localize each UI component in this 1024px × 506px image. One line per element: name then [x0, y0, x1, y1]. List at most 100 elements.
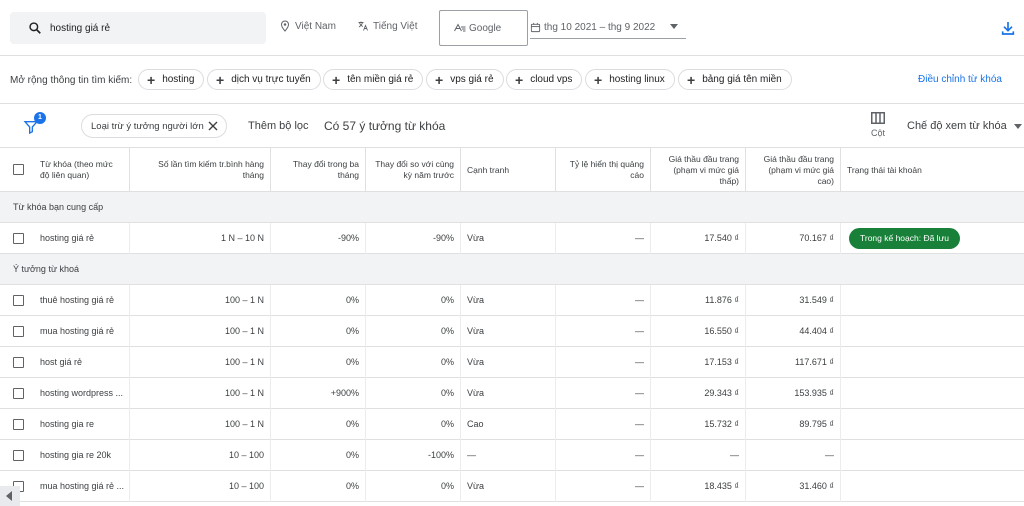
three-month-cell: 0%	[271, 285, 366, 316]
bid-low-cell: 11.876 ₫	[651, 285, 746, 316]
bid-high-cell: 31.549 ₫	[746, 285, 841, 316]
expand-label: Mở rộng thông tin tìm kiếm:	[10, 75, 133, 86]
impression-cell: —	[556, 471, 651, 502]
monthly-cell: 100 – 1 N	[130, 378, 271, 409]
bid-high-cell: 70.167 ₫	[746, 223, 841, 254]
table-row[interactable]: hosting wordpress ... 100 – 1 N +900% 0% Vừa…	[0, 378, 1024, 409]
chevron-down-icon	[670, 24, 678, 29]
download-icon[interactable]	[1000, 20, 1016, 36]
yoy-cell: 0%	[366, 471, 461, 502]
table-row[interactable]: thuê hosting giá rẻ 100 – 1 N 0% 0% Vừa —11.8…	[0, 285, 1024, 316]
table-row[interactable]: hosting giá rẻ 1 N – 10 N -90% -90% Vừa …	[0, 223, 1024, 254]
date-range-selector[interactable]: thg 10 2021 – thg 9 2022	[530, 17, 686, 39]
keyword-cell: hosting gia re	[34, 409, 130, 440]
bid-low-cell: 15.732 ₫	[651, 409, 746, 440]
row-checkbox[interactable]	[13, 326, 24, 337]
adjust-keywords-link[interactable]: Điều chỉnh từ khóa	[918, 74, 1002, 85]
top-bar: Việt Nam Tiếng Việt Google thg 10 2021 –…	[0, 0, 1024, 56]
chip-label: bảng giá tên miền	[702, 74, 782, 85]
header-impression-share[interactable]: Tỷ lệ hiển thị quảng cáo	[556, 148, 651, 192]
table-row[interactable]: mua hosting giá rẻ 100 – 1 N 0% 0% Vừa —16.55…	[0, 316, 1024, 347]
header-bid-high[interactable]: Giá thầu đầu trang (phạm vi mức giá cao)	[746, 148, 841, 192]
monthly-cell: 10 – 100	[130, 440, 271, 471]
status-badge[interactable]: Trong kế hoạch: Đã lưu	[849, 228, 960, 249]
row-checkbox[interactable]	[13, 233, 24, 244]
bid-high-cell: 44.404 ₫	[746, 316, 841, 347]
header-yoy-change[interactable]: Thay đổi so với cùng kỳ năm trước	[366, 148, 461, 192]
scroll-left-arrow[interactable]	[0, 486, 20, 506]
search-box[interactable]	[10, 12, 266, 44]
expand-chip[interactable]: + dịch vụ trực tuyến	[207, 69, 321, 90]
impression-cell: —	[556, 316, 651, 347]
row-checkbox[interactable]	[13, 295, 24, 306]
impression-cell: —	[556, 223, 651, 254]
chip-label: dịch vụ trực tuyến	[231, 74, 311, 85]
filter-count-badge: 1	[34, 112, 46, 124]
add-filter-button[interactable]: Thêm bộ lọc	[248, 120, 309, 132]
close-icon[interactable]	[208, 121, 218, 131]
expand-chip[interactable]: + cloud vps	[506, 69, 583, 90]
bid-high-cell: —	[746, 440, 841, 471]
exclude-adult-chip[interactable]: Loại trừ ý tưởng người lớn	[81, 114, 227, 138]
plus-icon: +	[147, 71, 156, 88]
header-account-status[interactable]: Trạng thái tài khoản	[841, 148, 1024, 192]
row-checkbox[interactable]	[13, 419, 24, 430]
filter-bar: 1 Loại trừ ý tưởng người lớn Thêm bộ lọc…	[0, 104, 1024, 148]
table-row[interactable]: hosting gia re 20k 10 – 100 0% -100% — — — —	[0, 440, 1024, 471]
provided-keywords-section: Từ khóa bạn cung cấp	[0, 192, 1024, 223]
language-selector[interactable]: Tiếng Việt	[357, 20, 417, 32]
impression-cell: —	[556, 347, 651, 378]
keyword-cell: hosting gia re 20k	[34, 440, 130, 471]
calendar-icon	[530, 22, 541, 33]
monthly-cell: 100 – 1 N	[130, 316, 271, 347]
three-month-cell: 0%	[271, 316, 366, 347]
location-pin-icon	[280, 20, 290, 32]
network-selector[interactable]: Google	[439, 10, 528, 46]
monthly-cell: 10 – 100	[130, 471, 271, 502]
bid-high-cell: 89.795 ₫	[746, 409, 841, 440]
header-monthly-searches[interactable]: Số lần tìm kiếm tr.bình hàng tháng	[130, 148, 271, 192]
bid-low-cell: —	[651, 440, 746, 471]
header-keyword[interactable]: Từ khóa (theo mức độ liên quan)	[34, 148, 130, 192]
columns-button[interactable]: Cột	[866, 112, 890, 138]
bid-low-cell: 18.435 ₫	[651, 471, 746, 502]
plus-icon: +	[332, 71, 341, 88]
bid-high-cell: 153.935 ₫	[746, 378, 841, 409]
keyword-count: Có 57 ý tưởng từ khóa	[324, 119, 446, 133]
table-row[interactable]: host giá rẻ 100 – 1 N 0% 0% Vừa —17.153 ₫ 117.…	[0, 347, 1024, 378]
plus-icon: +	[687, 71, 696, 88]
expand-chip[interactable]: + vps giá rẻ	[426, 69, 504, 90]
monthly-cell: 100 – 1 N	[130, 285, 271, 316]
view-mode-label: Chế độ xem từ khóa	[907, 120, 1007, 132]
exclude-chip-label: Loại trừ ý tưởng người lớn	[91, 120, 204, 132]
table-row[interactable]: hosting gia re 100 – 1 N 0% 0% Cao —15.732 ₫ 8…	[0, 409, 1024, 440]
header-bid-low[interactable]: Giá thầu đầu trang (phạm vi mức giá thấp…	[651, 148, 746, 192]
expand-chip[interactable]: + tên miền giá rẻ	[323, 69, 424, 90]
yoy-cell: 0%	[366, 347, 461, 378]
table-header-row: Từ khóa (theo mức độ liên quan) Số lần t…	[0, 148, 1024, 192]
table-row[interactable]: mua hosting giá rẻ ... 10 – 100 0% 0% Vừa —18…	[0, 471, 1024, 502]
row-checkbox[interactable]	[13, 450, 24, 461]
keyword-cell: hosting giá rẻ	[34, 223, 130, 254]
view-mode-selector[interactable]: Chế độ xem từ khóa	[907, 120, 1022, 132]
expand-chip[interactable]: + hosting	[138, 69, 205, 90]
location-selector[interactable]: Việt Nam	[279, 20, 336, 32]
select-all-checkbox[interactable]	[13, 164, 24, 175]
yoy-cell: -90%	[366, 223, 461, 254]
expand-chip[interactable]: + hosting linux	[585, 69, 675, 90]
keyword-table: Từ khóa (theo mức độ liên quan) Số lần t…	[0, 148, 1024, 502]
header-three-month-change[interactable]: Thay đổi trong ba tháng	[271, 148, 366, 192]
impression-cell: —	[556, 409, 651, 440]
chip-label: vps giá rẻ	[450, 74, 494, 85]
chip-label: cloud vps	[530, 74, 573, 85]
yoy-cell: 0%	[366, 285, 461, 316]
search-input[interactable]	[50, 22, 250, 34]
expand-chip[interactable]: + bảng giá tên miền	[678, 69, 792, 90]
row-checkbox[interactable]	[13, 388, 24, 399]
row-checkbox[interactable]	[13, 357, 24, 368]
three-month-cell: 0%	[271, 471, 366, 502]
impression-cell: —	[556, 378, 651, 409]
header-competition[interactable]: Cạnh tranh	[461, 148, 556, 192]
date-range-label: thg 10 2021 – thg 9 2022	[544, 22, 656, 33]
plus-icon: +	[515, 71, 524, 88]
